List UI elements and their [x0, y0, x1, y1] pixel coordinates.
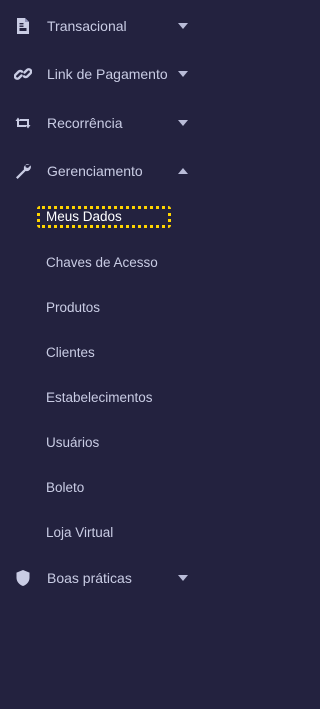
menu-link-de-pagamento[interactable]: Link de Pagamento — [0, 54, 206, 94]
submenu-item-boleto[interactable]: Boleto — [46, 478, 84, 498]
menu-label-boas-praticas: Boas práticas — [47, 570, 132, 586]
link-icon — [14, 65, 32, 83]
chevron-up-icon — [178, 168, 188, 174]
submenu-item-estabelecimentos[interactable]: Estabelecimentos — [46, 388, 153, 408]
submenu-item-clientes[interactable]: Clientes — [46, 343, 95, 363]
menu-recorrencia[interactable]: Recorrência — [0, 103, 206, 143]
menu-label-gerenciamento: Gerenciamento — [47, 163, 143, 179]
menu-gerenciamento[interactable]: Gerenciamento — [0, 151, 206, 191]
wrench-icon — [14, 162, 32, 180]
chevron-down-icon — [178, 575, 188, 581]
menu-transacional[interactable]: Transacional — [0, 6, 206, 46]
sidebar: Transacional Link de Pagamento Recorrênc… — [0, 0, 206, 709]
submenu-label-meus-dados: Meus Dados — [46, 209, 122, 224]
shield-icon — [14, 569, 32, 587]
submenu-item-produtos[interactable]: Produtos — [46, 298, 100, 318]
chevron-down-icon — [178, 120, 188, 126]
menu-label-transacional: Transacional — [47, 18, 127, 34]
file-invoice-icon — [14, 17, 32, 35]
menu-label-recorrencia: Recorrência — [47, 115, 123, 131]
chevron-down-icon — [178, 23, 188, 29]
submenu-item-chaves-de-acesso[interactable]: Chaves de Acesso — [46, 253, 158, 273]
menu-label-link-de-pagamento: Link de Pagamento — [47, 66, 168, 82]
submenu-item-meus-dados[interactable]: Meus Dados — [37, 206, 171, 228]
menu-boas-praticas[interactable]: Boas práticas — [0, 558, 206, 598]
retweet-icon — [14, 114, 32, 132]
submenu-item-usuarios[interactable]: Usuários — [46, 433, 99, 453]
submenu-item-loja-virtual[interactable]: Loja Virtual — [46, 523, 113, 543]
chevron-down-icon — [178, 71, 188, 77]
